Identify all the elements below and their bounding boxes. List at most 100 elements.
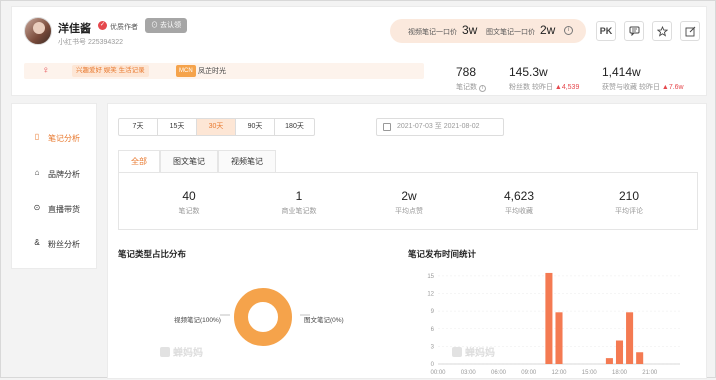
edit-icon[interactable]: [680, 21, 700, 41]
summary-value: 210: [618, 189, 640, 203]
claim-button[interactable]: ⊙ 去认领: [145, 18, 187, 33]
image-price-value: 2w: [540, 23, 556, 37]
stat-value: 145.3w: [509, 65, 548, 79]
sidebar-item-label: 品牌分析: [48, 170, 80, 179]
type-dist-title: 笔记类型占比分布: [118, 249, 187, 259]
y-tick-label: 12: [427, 292, 434, 298]
tag-row: ♀ 兴趣爱好 娱笑 生活记录 MCN 凤芷时光: [24, 63, 424, 79]
mcn-name[interactable]: 凤芷时光: [198, 66, 226, 76]
summary-collects: 4,623 平均收藏: [479, 189, 559, 216]
y-tick-label: 15: [427, 274, 434, 280]
sidebar-item-brands[interactable]: ⌂ 品牌分析: [12, 166, 98, 184]
sidebar-item-label: 直播带货: [48, 205, 80, 214]
date-range-picker[interactable]: 2021-07-03 至 2021-08-02: [376, 118, 504, 136]
author-tag: 优质作者: [110, 24, 138, 31]
note-summary: 40 笔记数 1 商业笔记数 2w 平均点赞 4,623 平均收藏 210 平均…: [118, 172, 698, 230]
note-icon: ▯: [34, 132, 40, 141]
range-90d[interactable]: 90天: [236, 119, 275, 135]
stat-label: 获赞与收藏 较昨日 ▲7.6w: [602, 82, 684, 92]
xhs-id-value: 225394322: [87, 39, 123, 46]
image-price-label: 图文笔记一口价: [486, 29, 535, 36]
info-icon[interactable]: i: [478, 85, 486, 92]
summary-value: 4,623: [503, 189, 535, 203]
pk-button[interactable]: PK: [596, 21, 616, 41]
summary-value: 40: [182, 189, 196, 203]
watermark-left: 蝉妈妈: [160, 344, 203, 359]
verified-icon: ✓: [98, 21, 107, 30]
summary-value: 1: [295, 189, 303, 203]
stat-delta: ▲7.6w: [661, 84, 684, 91]
summary-label: 商业笔记数: [281, 208, 317, 215]
x-tick-label: 21:00: [642, 370, 658, 376]
publish-time-bar-chart: 0 3 6 9 12 15 00:00 03:00 06:00 09:00 12:00 15:00 18…: [427, 272, 680, 376]
date-start: 2021-07-03: [397, 123, 433, 130]
bar[interactable]: [636, 352, 644, 364]
x-tick-label: 06:00: [491, 370, 507, 376]
avatar[interactable]: [24, 17, 52, 45]
stat-label-text: 获赞与收藏 较昨日: [602, 84, 662, 91]
video-price-label: 视频笔记一口价: [408, 29, 457, 36]
price-quote-box: 视频笔记一口价 3w 图文笔记一口价 2w i: [390, 19, 586, 43]
info-icon[interactable]: i: [564, 26, 573, 35]
bar[interactable]: [555, 312, 563, 364]
main-panel: 7天 15天 30天 90天 180天 2021-07-03 至 2021-08…: [107, 103, 707, 379]
xhs-id: 小红书号 225394322: [58, 37, 123, 47]
sidebar-item-live[interactable]: ⊙ 直播带货: [12, 201, 98, 219]
x-tick-label: 00:00: [430, 370, 446, 376]
x-tick-label: 18:00: [612, 370, 628, 376]
x-tick-label: 12:00: [551, 370, 567, 376]
stat-value: 1,414w: [602, 65, 641, 79]
header-stat-likes: 1,414w 获赞与收藏 较昨日 ▲7.6w: [602, 65, 684, 92]
interest-tag: 兴趣爱好 娱笑 生活记录: [72, 65, 149, 77]
stat-delta: ▲4,539: [554, 84, 580, 91]
summary-likes: 2w 平均点赞: [369, 189, 449, 216]
female-icon: ♀: [42, 65, 50, 76]
xhs-id-label: 小红书号: [58, 39, 86, 46]
tab-all[interactable]: 全部: [118, 150, 160, 172]
summary-comments: 210 平均评论: [589, 189, 669, 216]
y-tick-label: 9: [431, 309, 435, 315]
donut-leader-lines: [220, 314, 310, 316]
tab-image-notes[interactable]: 图文笔记: [160, 150, 218, 172]
watermark-logo-icon: [160, 347, 170, 357]
live-icon: ⊙: [33, 203, 41, 212]
claim-button-label: 去认领: [159, 22, 181, 29]
star-icon[interactable]: [652, 21, 672, 41]
bar[interactable]: [605, 358, 613, 364]
y-tick-label: 6: [431, 327, 435, 333]
mcn-badge: MCN: [176, 65, 196, 77]
summary-label: 笔记数: [178, 208, 200, 215]
range-180d[interactable]: 180天: [275, 119, 314, 135]
x-tick-label: 03:00: [461, 370, 477, 376]
sidebar-item-fans[interactable]: & 粉丝分析: [12, 236, 98, 254]
range-7d[interactable]: 7天: [119, 119, 158, 135]
bar[interactable]: [626, 312, 634, 364]
stat-label: 笔记数 i: [456, 82, 486, 92]
comment-icon[interactable]: [624, 21, 644, 41]
y-tick-label: 0: [431, 362, 435, 368]
summary-label: 平均收藏: [505, 208, 533, 215]
app-frame: 洋佳酱 ✓ 优质作者 ⊙ 去认领 小红书号 225394322 视频笔记一口价 …: [0, 0, 716, 379]
range-15d[interactable]: 15天: [158, 119, 197, 135]
tab-video-notes[interactable]: 视频笔记: [218, 150, 276, 172]
range-30d[interactable]: 30天: [197, 119, 236, 135]
time-range-selector: 7天 15天 30天 90天 180天: [118, 118, 315, 136]
donut-label-video: 视频笔记(100%): [174, 317, 221, 324]
y-tick-label: 3: [431, 344, 435, 350]
stat-label: 粉丝数 较昨日 ▲4,539: [509, 82, 579, 92]
summary-label: 平均点赞: [395, 208, 423, 215]
date-separator: 至: [434, 123, 442, 130]
stat-label-text: 笔记数: [456, 84, 477, 91]
sidebar-item-notes[interactable]: ▯ 笔记分析: [12, 130, 98, 148]
header-stat-fans: 145.3w 粉丝数 较昨日 ▲4,539: [509, 65, 579, 92]
fans-icon: &: [34, 238, 40, 247]
profile-name: 洋佳酱: [58, 23, 91, 35]
time-dist-title: 笔记发布时间统计: [408, 249, 477, 259]
stat-value: 788: [456, 65, 477, 79]
summary-notes: 40 笔记数: [149, 189, 229, 216]
bar[interactable]: [545, 272, 553, 364]
bar[interactable]: [615, 340, 624, 365]
sidebar-item-label: 笔记分析: [48, 134, 80, 143]
date-end: 2021-08-02: [443, 123, 480, 130]
note-type-tabs: 全部 图文笔记 视频笔记: [118, 150, 276, 172]
